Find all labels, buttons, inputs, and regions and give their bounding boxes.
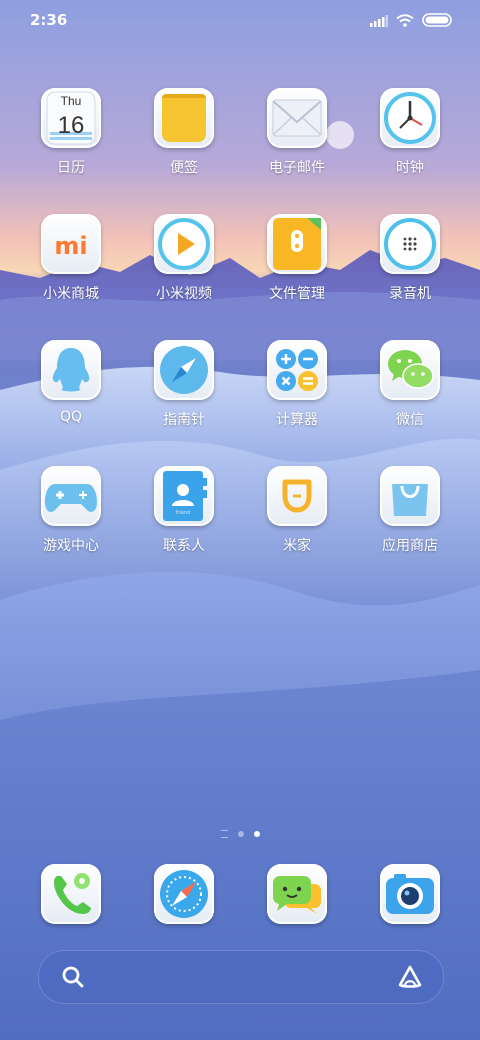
app-mi-store[interactable]: mi 小米商城 bbox=[16, 214, 126, 303]
app-label: 微信 bbox=[396, 412, 424, 428]
calendar-icon: Thu 16 bbox=[41, 88, 101, 148]
app-app-store[interactable]: 应用商店 bbox=[355, 466, 465, 555]
app-game-center[interactable]: 游戏中心 bbox=[16, 466, 126, 555]
app-label: 小米视频 bbox=[156, 286, 212, 302]
wifi-icon bbox=[396, 12, 414, 31]
compass-icon bbox=[154, 340, 214, 400]
app-label: 电子邮件 bbox=[269, 160, 325, 176]
app-label: 便签 bbox=[170, 160, 198, 176]
app-label: 时钟 bbox=[396, 160, 424, 176]
app-contacts[interactable]: friend 联系人 bbox=[129, 466, 239, 555]
app-wechat[interactable]: 微信 bbox=[355, 340, 465, 429]
dock-phone[interactable] bbox=[16, 864, 126, 924]
status-bar: 2:36 bbox=[0, 0, 480, 40]
camera-icon bbox=[380, 864, 440, 924]
app-label: QQ bbox=[59, 409, 83, 425]
app-email[interactable]: 电子邮件 bbox=[242, 88, 352, 177]
mijia-icon bbox=[267, 466, 327, 526]
app-qq[interactable]: QQ bbox=[16, 340, 126, 425]
battery-icon bbox=[422, 12, 452, 31]
app-file-manager[interactable]: 文件管理 bbox=[242, 214, 352, 303]
app-label: 米家 bbox=[283, 538, 311, 554]
svg-text:mi: mi bbox=[54, 232, 87, 260]
app-calculator[interactable]: 计算器 bbox=[242, 340, 352, 429]
page-dot-2[interactable] bbox=[253, 831, 260, 837]
app-label: 指南针 bbox=[163, 412, 205, 428]
app-label: 日历 bbox=[57, 160, 85, 176]
app-recorder[interactable]: 录音机 bbox=[355, 214, 465, 303]
app-compass[interactable]: 指南针 bbox=[129, 340, 239, 429]
game-center-icon bbox=[41, 466, 101, 526]
browser-icon bbox=[154, 864, 214, 924]
assistant-icon[interactable] bbox=[397, 965, 423, 993]
app-label: 录音机 bbox=[389, 286, 431, 302]
app-notes[interactable]: 便签 bbox=[129, 88, 239, 177]
qq-icon bbox=[41, 340, 101, 400]
app-label: 联系人 bbox=[163, 538, 205, 554]
page-indicator[interactable] bbox=[0, 830, 480, 838]
clock-icon bbox=[380, 88, 440, 148]
app-label: 游戏中心 bbox=[43, 538, 99, 554]
page-indicator-home-lines bbox=[220, 830, 228, 838]
app-clock[interactable]: 时钟 bbox=[355, 88, 465, 177]
app-label: 计算器 bbox=[276, 412, 318, 428]
app-mijia[interactable]: 米家 bbox=[242, 466, 352, 555]
wechat-icon bbox=[380, 340, 440, 400]
messages-icon bbox=[267, 864, 327, 924]
app-store-icon bbox=[380, 466, 440, 526]
contacts-icon: friend bbox=[154, 466, 214, 526]
dock-camera[interactable] bbox=[355, 864, 465, 924]
video-icon bbox=[154, 214, 214, 274]
dock-messages[interactable] bbox=[242, 864, 352, 924]
email-icon bbox=[267, 88, 327, 148]
app-mi-video[interactable]: 小米视频 bbox=[129, 214, 239, 303]
notes-icon bbox=[154, 88, 214, 148]
page-dot-1[interactable] bbox=[237, 831, 244, 837]
phone-icon bbox=[41, 864, 101, 924]
mi-store-icon: mi bbox=[41, 214, 101, 274]
app-label: 小米商城 bbox=[43, 286, 99, 302]
app-label: 应用商店 bbox=[382, 538, 438, 554]
signal-icon bbox=[370, 12, 388, 31]
svg-text:friend: friend bbox=[176, 510, 191, 516]
recorder-icon bbox=[380, 214, 440, 274]
app-label: 文件管理 bbox=[269, 286, 325, 302]
calculator-icon bbox=[267, 340, 327, 400]
file-manager-icon bbox=[267, 214, 327, 274]
search-bar[interactable] bbox=[38, 950, 444, 1004]
dock-browser[interactable] bbox=[129, 864, 239, 924]
search-icon[interactable] bbox=[61, 965, 85, 993]
app-calendar[interactable]: Thu 16 日历 bbox=[16, 88, 126, 177]
status-time: 2:36 bbox=[30, 11, 68, 29]
